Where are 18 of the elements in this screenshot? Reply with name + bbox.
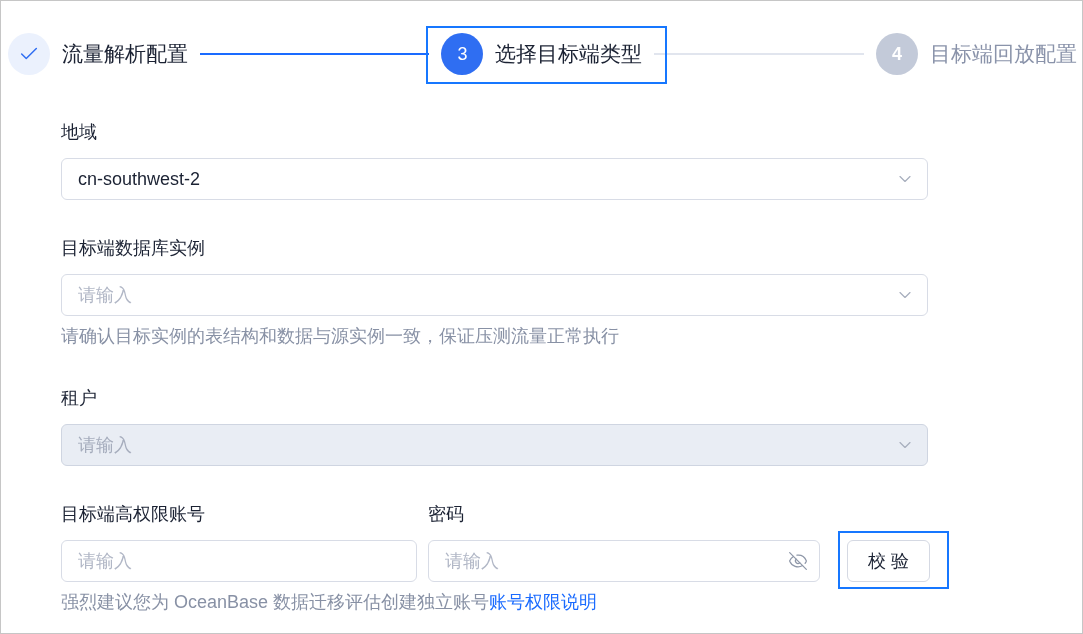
help-text: 请确认目标实例的表结构和数据与源实例一致，保证压测流量正常执行 (61, 325, 620, 348)
eye-off-icon[interactable] (788, 551, 808, 571)
field-label: 目标端数据库实例 (61, 237, 206, 260)
help-text: 强烈建议您为 OceanBase 数据迁移评估创建独立账号账号权限说明 (61, 591, 599, 614)
select-field[interactable]: cn-southwest-2 (61, 158, 928, 200)
field-label: 密码 (428, 503, 465, 526)
permission-link[interactable]: 账号权限说明 (489, 592, 598, 612)
password-field[interactable]: 请输入 (428, 540, 820, 582)
step-number: 3 (441, 33, 484, 75)
field-label: 租户 (61, 387, 98, 410)
step-label: 选择目标端类型 (495, 41, 643, 67)
step-number: 4 (876, 33, 918, 75)
verify-button[interactable]: 校 验 (847, 540, 930, 582)
step-label: 流量解析配置 (62, 41, 188, 67)
step-label: 目标端回放配置 (930, 41, 1077, 67)
field-label: 地域 (61, 121, 98, 144)
input-field[interactable]: 请输入 (61, 540, 417, 582)
field-label: 目标端高权限账号 (61, 503, 206, 526)
